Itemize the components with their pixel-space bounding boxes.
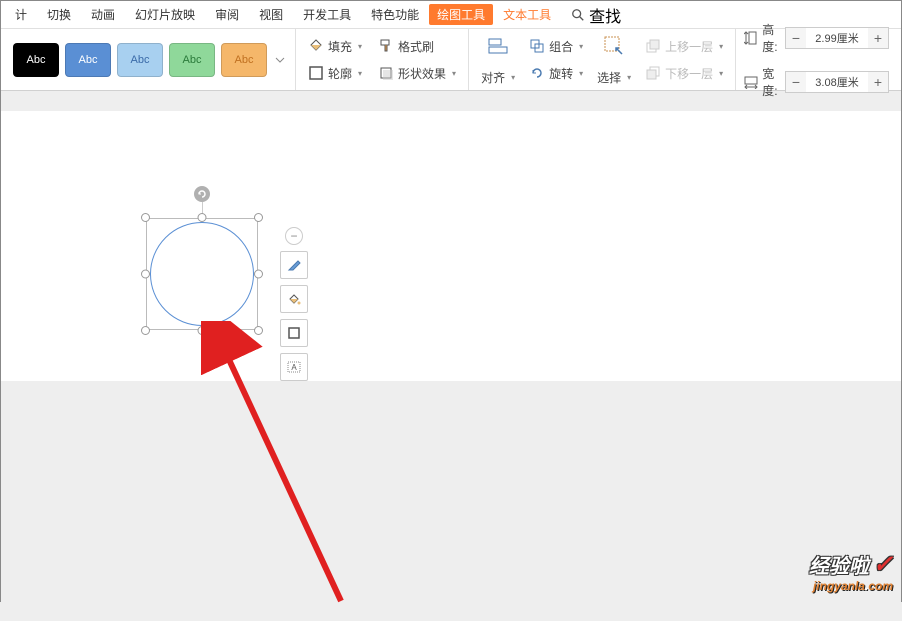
toolbar: Abc Abc Abc Abc Abc 填充 ▾ 轮廓 ▾: [1, 29, 901, 91]
fill-button[interactable]: 填充 ▾: [304, 36, 366, 57]
menu-item-dev-tools[interactable]: 开发工具: [293, 1, 361, 28]
move-down-icon: [645, 65, 661, 81]
width-input-wrap: − +: [785, 71, 889, 93]
outline-button[interactable]: 轮廓 ▾: [304, 63, 366, 84]
style-swatch-4[interactable]: Abc: [169, 43, 215, 77]
resize-handle-sw[interactable]: [141, 326, 150, 335]
menu-search-label: 查找: [589, 3, 621, 27]
width-icon: [744, 74, 758, 90]
height-icon: [744, 30, 758, 46]
chevron-down-icon: ▾: [579, 42, 583, 51]
context-collapse-button[interactable]: −: [285, 227, 303, 245]
canvas-area: − A: [1, 111, 901, 621]
chevron-down-icon: ▾: [358, 42, 362, 51]
style-swatch-1[interactable]: Abc: [13, 43, 59, 77]
arrange-group: 对齐 ▾ 组合 ▾ 旋转 ▾: [469, 29, 736, 90]
menu-item-special[interactable]: 特色功能: [361, 1, 429, 28]
style-swatch-2[interactable]: Abc: [65, 43, 111, 77]
align-icon: [483, 31, 513, 61]
context-toolbar: − A: [280, 227, 308, 381]
group-button[interactable]: 组合 ▾: [525, 36, 587, 57]
style-swatch-5[interactable]: Abc: [221, 43, 267, 77]
context-pen-button[interactable]: [280, 251, 308, 279]
menu-item-view[interactable]: 视图: [249, 1, 293, 28]
menu-item-drawing-tools[interactable]: 绘图工具: [429, 4, 493, 25]
checkmark-icon: ✓: [873, 550, 893, 579]
menu-item-text-tools[interactable]: 文本工具: [493, 1, 561, 28]
fill-outline-group: 填充 ▾ 轮廓 ▾ 格式刷 形状效果: [296, 29, 469, 90]
menu-item-switch[interactable]: 切换: [37, 1, 81, 28]
chevron-down-icon: ▾: [511, 73, 515, 82]
watermark-brand: 经验啦: [809, 550, 869, 579]
shape-effects-icon: [378, 65, 394, 81]
search-icon: [571, 8, 585, 22]
chevron-down-icon: ▾: [579, 69, 583, 78]
width-decrease-button[interactable]: −: [786, 72, 806, 92]
chevron-down-icon: ▾: [627, 73, 631, 82]
menu-item-animation[interactable]: 动画: [81, 1, 125, 28]
outline-icon: [308, 65, 324, 81]
select-button[interactable]: 选择 ▾: [593, 67, 635, 88]
resize-handle-s[interactable]: [198, 326, 207, 335]
chevron-down-icon: ▾: [719, 42, 723, 51]
circle-shape[interactable]: [150, 222, 254, 326]
context-text-button[interactable]: A: [280, 353, 308, 381]
menu-item-slideshow[interactable]: 幻灯片放映: [125, 1, 205, 28]
resize-handle-nw[interactable]: [141, 213, 150, 222]
style-swatch-group: Abc Abc Abc Abc Abc: [5, 29, 296, 90]
move-up-button[interactable]: 上移一层 ▾: [641, 36, 727, 57]
width-increase-button[interactable]: +: [868, 72, 888, 92]
chevron-down-icon: ▾: [452, 69, 456, 78]
format-painter-button[interactable]: 格式刷: [374, 36, 460, 57]
menu-item-review[interactable]: 审阅: [205, 1, 249, 28]
select-icon: [599, 31, 629, 61]
svg-text:A: A: [291, 363, 297, 372]
menu-search[interactable]: 查找: [571, 3, 621, 27]
watermark: 经验啦 ✓ jingyanla.com: [809, 550, 893, 593]
rotate-handle[interactable]: [194, 186, 210, 202]
rotate-button[interactable]: 旋转 ▾: [525, 63, 587, 84]
width-label: 宽度:: [762, 65, 781, 99]
chevron-down-icon: ▾: [358, 69, 362, 78]
context-fill-button[interactable]: [280, 285, 308, 313]
resize-handle-e[interactable]: [254, 270, 263, 279]
height-increase-button[interactable]: +: [868, 28, 888, 48]
menu-item-design[interactable]: 计: [5, 1, 37, 28]
chevron-down-icon: ▾: [719, 69, 723, 78]
move-down-button[interactable]: 下移一层 ▾: [641, 63, 727, 84]
height-input-wrap: − +: [785, 27, 889, 49]
shape-effects-button[interactable]: 形状效果 ▾: [374, 63, 460, 84]
rotate-icon: [529, 65, 545, 81]
height-label: 高度:: [762, 21, 781, 55]
move-up-icon: [645, 38, 661, 54]
context-outline-button[interactable]: [280, 319, 308, 347]
height-input[interactable]: [806, 28, 868, 48]
size-group: 高度: − + 宽度: − +: [736, 29, 897, 90]
resize-handle-n[interactable]: [198, 213, 207, 222]
selected-shape[interactable]: [146, 218, 258, 330]
fill-icon: [308, 38, 324, 54]
width-input[interactable]: [806, 72, 868, 92]
style-swatch-dropdown[interactable]: [273, 43, 287, 77]
align-button[interactable]: 对齐 ▾: [477, 67, 519, 88]
resize-handle-w[interactable]: [141, 270, 150, 279]
slide[interactable]: − A: [1, 111, 901, 381]
resize-handle-se[interactable]: [254, 326, 263, 335]
height-decrease-button[interactable]: −: [786, 28, 806, 48]
style-swatch-3[interactable]: Abc: [117, 43, 163, 77]
group-icon: [529, 38, 545, 54]
resize-handle-ne[interactable]: [254, 213, 263, 222]
format-painter-icon: [378, 38, 394, 54]
